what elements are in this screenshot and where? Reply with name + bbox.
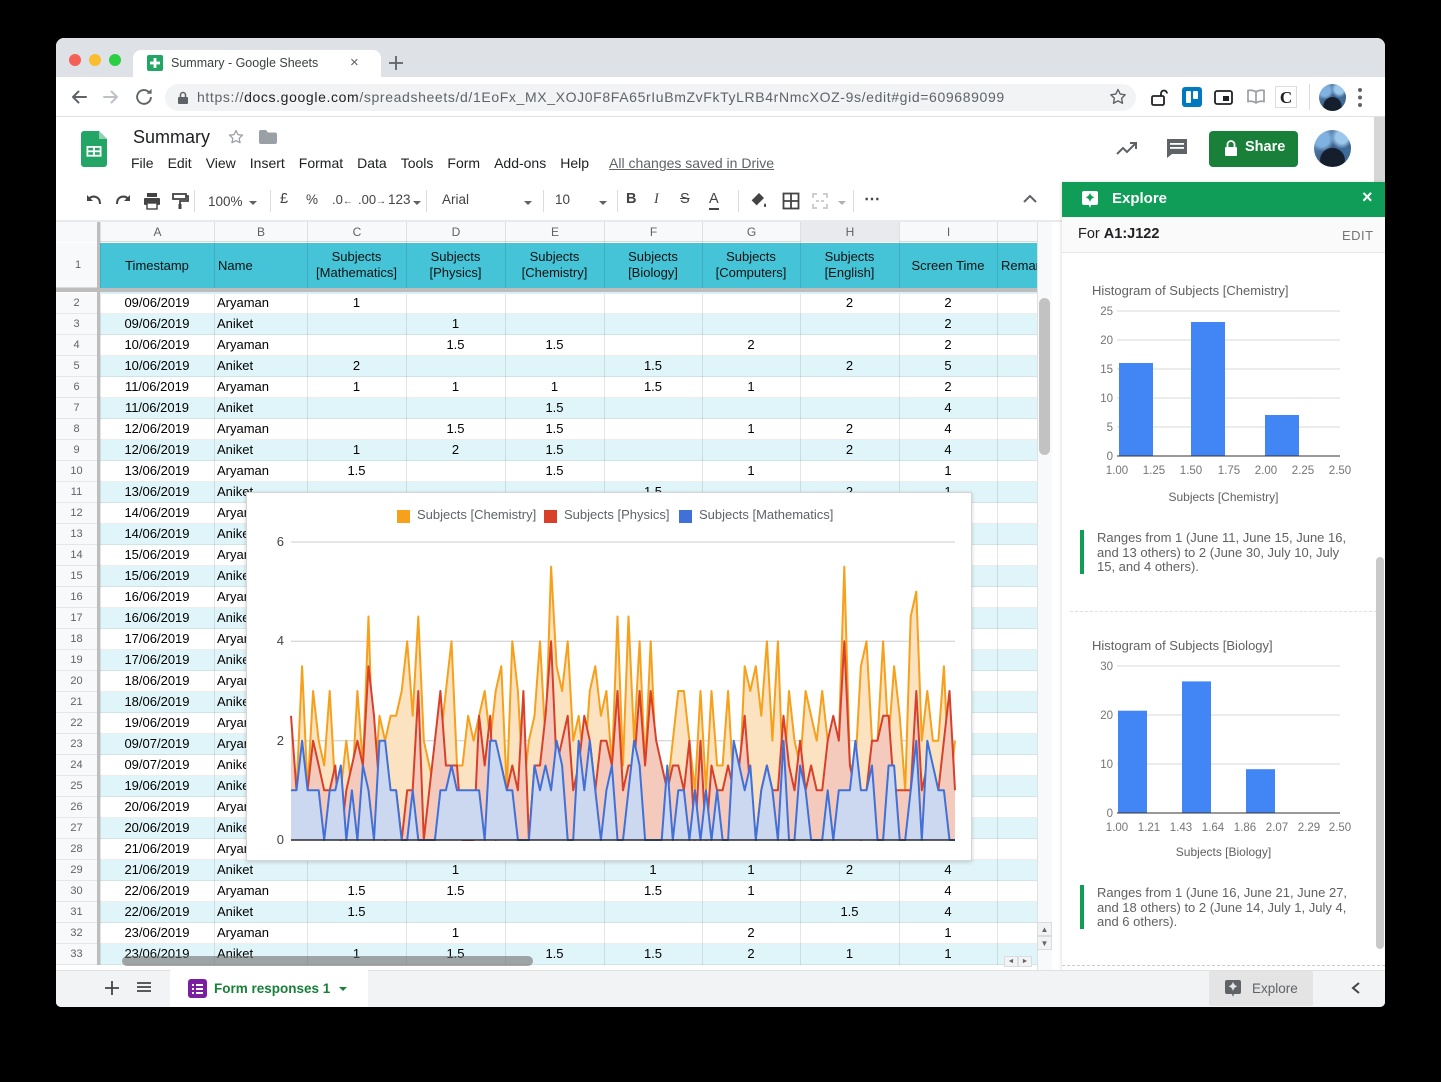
svg-text:2.50: 2.50 xyxy=(1329,465,1351,477)
svg-text:20: 20 xyxy=(1100,710,1113,722)
svg-text:2.50: 2.50 xyxy=(1329,822,1351,833)
svg-text:2.25: 2.25 xyxy=(1292,465,1314,477)
svg-text:2.00: 2.00 xyxy=(1255,465,1277,477)
svg-text:20: 20 xyxy=(1100,335,1113,347)
svg-text:1.00: 1.00 xyxy=(1106,465,1128,477)
svg-text:1.86: 1.86 xyxy=(1234,822,1256,833)
svg-text:1.64: 1.64 xyxy=(1202,822,1225,833)
svg-text:2.07: 2.07 xyxy=(1266,822,1288,833)
svg-text:2.29: 2.29 xyxy=(1298,822,1320,833)
svg-text:0: 0 xyxy=(1107,808,1113,820)
svg-text:1.50: 1.50 xyxy=(1180,465,1202,477)
svg-text:1.25: 1.25 xyxy=(1143,465,1165,477)
svg-text:1.43: 1.43 xyxy=(1170,822,1192,833)
svg-text:10: 10 xyxy=(1100,759,1113,771)
svg-text:1.00: 1.00 xyxy=(1106,822,1128,833)
svg-text:30: 30 xyxy=(1100,661,1113,673)
svg-text:1.75: 1.75 xyxy=(1218,465,1240,477)
svg-text:15: 15 xyxy=(1100,364,1113,376)
svg-text:1.21: 1.21 xyxy=(1138,822,1160,833)
svg-text:0: 0 xyxy=(1107,451,1113,463)
svg-text:10: 10 xyxy=(1100,393,1113,405)
svg-text:25: 25 xyxy=(1100,306,1113,318)
svg-text:5: 5 xyxy=(1107,422,1113,434)
